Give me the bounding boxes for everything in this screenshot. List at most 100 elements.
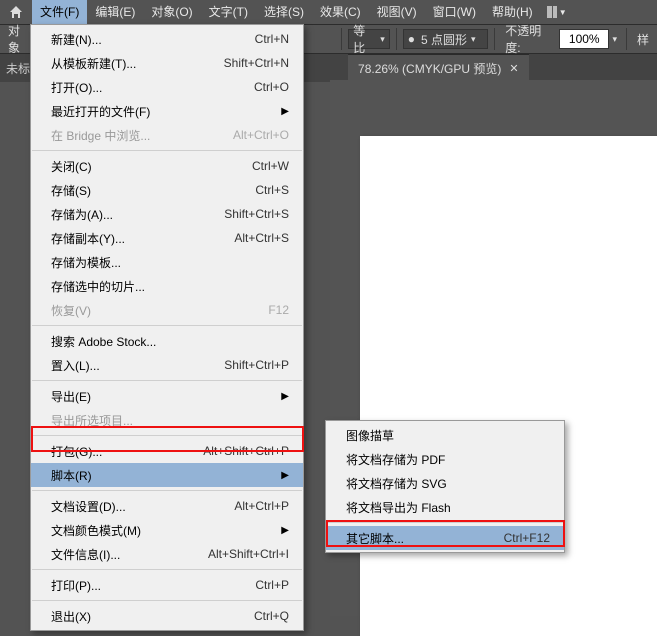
menu-view[interactable]: 视图(V) [369, 0, 425, 24]
file-item-recent[interactable]: 最近打开的文件(F) ▶ [31, 99, 303, 123]
scale-mode-combo[interactable]: 等比▾ [348, 29, 390, 49]
chevron-down-icon[interactable]: ▾ [612, 34, 617, 45]
menu-object[interactable]: 对象(O) [143, 0, 200, 24]
shortcut: Alt+Shift+Ctrl+P [203, 444, 289, 458]
shortcut: Ctrl+S [255, 183, 289, 197]
opacity-label: 不透明度: [505, 22, 555, 56]
menu-item-label: 其它脚本... [346, 530, 404, 547]
file-item-script[interactable]: 脚本(R)▶ [31, 463, 303, 487]
menu-item-label: 文件信息(I)... [51, 546, 120, 563]
menu-text[interactable]: 文字(T) [201, 0, 256, 24]
file-item-open[interactable]: 打开(O)...Ctrl+O [31, 75, 303, 99]
menu-item-label: 新建(N)... [51, 31, 102, 48]
menu-item-label: 图像描草 [346, 427, 394, 444]
script-item-exportflash[interactable]: 将文档导出为 Flash [326, 495, 564, 519]
separator [626, 28, 627, 50]
file-item-fileinfo[interactable]: 文件信息(I)... Alt+Shift+Ctrl+I [31, 542, 303, 566]
artboard[interactable] [360, 136, 657, 636]
file-item-revert: 恢复(V) F12 [31, 298, 303, 322]
file-item-exit[interactable]: 退出(X)Ctrl+Q [31, 604, 303, 628]
brush-combo[interactable]: ● 5 点圆形▾ [403, 29, 489, 49]
menubar: 文件(F) 编辑(E) 对象(O) 文字(T) 选择(S) 效果(C) 视图(V… [0, 0, 657, 24]
document-tab[interactable]: 78.26% (CMYK/GPU 预览) ✕ [348, 54, 529, 82]
menu-item-label: 将文档存储为 SVG [346, 475, 447, 492]
file-item-savetmpl[interactable]: 存储为模板... [31, 250, 303, 274]
tab-label: 78.26% (CMYK/GPU 预览) [358, 60, 501, 77]
separator [396, 28, 397, 50]
object-label: 对象 [8, 22, 31, 56]
shortcut: Ctrl+F12 [504, 531, 550, 545]
shortcut: Alt+Shift+Ctrl+I [208, 547, 289, 561]
close-icon[interactable]: ✕ [509, 62, 518, 75]
chevron-right-icon: ▶ [281, 391, 289, 402]
file-item-saveas[interactable]: 存储为(A)... Shift+Ctrl+S [31, 202, 303, 226]
menu-item-label: 存储选中的切片... [51, 278, 145, 295]
shortcut: Ctrl+P [255, 578, 289, 592]
file-item-print[interactable]: 打印(P)... Ctrl+P [31, 573, 303, 597]
separator [494, 28, 495, 50]
menu-divider [32, 600, 302, 601]
file-item-colormode[interactable]: 文档颜色模式(M)▶ [31, 518, 303, 542]
script-submenu: 图像描草将文档存储为 PDF 将文档存储为 SVG 将文档导出为 Flash 其它脚本… [325, 420, 565, 553]
opacity-input[interactable]: 100% [559, 29, 609, 49]
script-item-savesvg[interactable]: 将文档存储为 SVG [326, 471, 564, 495]
menu-item-label: 将文档导出为 Flash [346, 499, 451, 516]
menu-item-label: 搜索 Adobe Stock... [51, 333, 156, 350]
file-item-savecopy[interactable]: 存储副本(Y)...Alt+Ctrl+S [31, 226, 303, 250]
menu-item-label: 退出(X) [51, 608, 91, 625]
menu-window[interactable]: 窗口(W) [425, 0, 484, 24]
file-item-place[interactable]: 置入(L)... Shift+Ctrl+P [31, 353, 303, 377]
menu-effect[interactable]: 效果(C) [312, 0, 369, 24]
menu-divider [32, 150, 302, 151]
menu-divider [327, 522, 563, 523]
menu-item-label: 存储(S) [51, 182, 91, 199]
shortcut: Alt+Ctrl+P [234, 499, 289, 513]
menu-help[interactable]: 帮助(H) [484, 0, 541, 24]
file-item-package[interactable]: 打包(G)... Alt+Shift+Ctrl+P [31, 439, 303, 463]
shortcut: Shift+Ctrl+S [224, 207, 289, 221]
file-item-stock[interactable]: 搜索 Adobe Stock... [31, 329, 303, 353]
file-item-new[interactable]: 新建(N)... Ctrl+N [31, 27, 303, 51]
style-label[interactable]: 样 [637, 31, 649, 48]
menu-divider [32, 435, 302, 436]
menu-file[interactable]: 文件(F) [32, 0, 87, 24]
separator [341, 28, 342, 50]
menu-item-label: 打印(P)... [51, 577, 101, 594]
menu-divider [32, 490, 302, 491]
shortcut: Ctrl+N [255, 32, 289, 46]
menu-item-label: 导出所选项目... [51, 412, 133, 429]
file-item-close[interactable]: 关闭(C)Ctrl+W [31, 154, 303, 178]
file-item-save[interactable]: 存储(S) Ctrl+S [31, 178, 303, 202]
shortcut: Shift+Ctrl+P [224, 358, 289, 372]
menu-divider [32, 380, 302, 381]
file-item-export[interactable]: 导出(E) ▶ [31, 384, 303, 408]
menu-item-label: 从模板新建(T)... [51, 55, 136, 72]
shortcut: Alt+Ctrl+O [233, 128, 289, 142]
file-item-new_tmpl[interactable]: 从模板新建(T)...Shift+Ctrl+N [31, 51, 303, 75]
menu-item-label: 文档设置(D)... [51, 498, 126, 515]
menu-item-label: 脚本(R) [51, 467, 92, 484]
menu-item-label: 打包(G)... [51, 443, 102, 460]
arrange-icon[interactable]: ▼ [547, 6, 567, 18]
menu-item-label: 存储为(A)... [51, 206, 113, 223]
file-item-savesel[interactable]: 存储选中的切片... [31, 274, 303, 298]
menu-item-label: 置入(L)... [51, 357, 100, 374]
menu-item-label: 恢复(V) [51, 302, 91, 319]
menu-item-label: 最近打开的文件(F) [51, 103, 150, 120]
home-icon[interactable] [8, 4, 24, 20]
shortcut: Ctrl+W [252, 159, 289, 173]
script-item-savepdf[interactable]: 将文档存储为 PDF [326, 447, 564, 471]
chevron-right-icon: ▶ [281, 106, 289, 117]
file-item-bridge: 在 Bridge 中浏览...Alt+Ctrl+O [31, 123, 303, 147]
file-item-exportsel: 导出所选项目... [31, 408, 303, 432]
menu-item-label: 导出(E) [51, 388, 91, 405]
script-item-other[interactable]: 其它脚本... Ctrl+F12 [326, 526, 564, 550]
menu-select[interactable]: 选择(S) [256, 0, 312, 24]
script-item-imgtrace[interactable]: 图像描草 [326, 423, 564, 447]
file-item-docsetup[interactable]: 文档设置(D)... Alt+Ctrl+P [31, 494, 303, 518]
menu-item-label: 存储副本(Y)... [51, 230, 125, 247]
menu-item-label: 文档颜色模式(M) [51, 522, 141, 539]
menu-edit[interactable]: 编辑(E) [87, 0, 143, 24]
menu-divider [32, 569, 302, 570]
shortcut: F12 [268, 303, 289, 317]
